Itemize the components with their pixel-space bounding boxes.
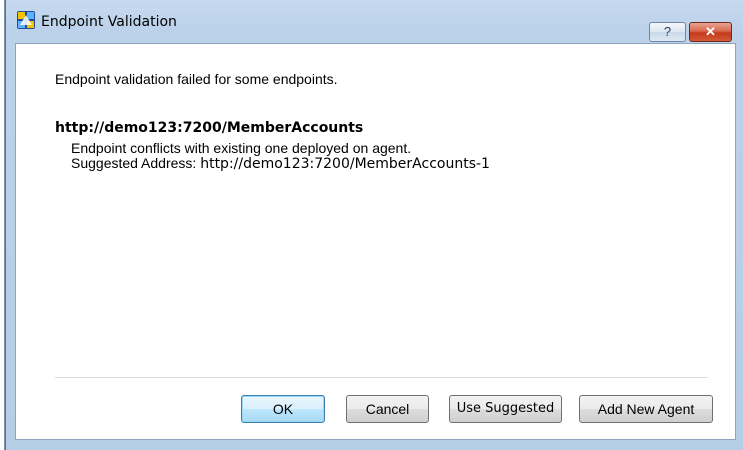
use-suggested-button[interactable]: Use Suggested <box>449 395 562 423</box>
add-new-agent-button[interactable]: Add New Agent <box>579 395 713 423</box>
suggested-address-url: http://demo123:7200/MemberAccounts-1 <box>200 156 490 172</box>
close-icon: ✕ <box>705 24 716 39</box>
dialog-window: Endpoint Validation ? ✕ Endpoint validat… <box>5 0 743 450</box>
app-icon <box>17 11 35 29</box>
cancel-button[interactable]: Cancel <box>346 395 429 423</box>
close-button[interactable]: ✕ <box>689 22 732 42</box>
validation-summary: Endpoint validation failed for some endp… <box>55 71 338 87</box>
conflict-message: Endpoint conflicts with existing one dep… <box>71 140 412 156</box>
help-icon: ? <box>663 24 672 39</box>
title-bar[interactable]: Endpoint Validation ? ✕ <box>6 0 743 42</box>
dialog-content: Endpoint validation failed for some endp… <box>15 43 736 440</box>
suggested-address-line: Suggested Address: http://demo123:7200/M… <box>71 155 490 172</box>
suggested-address-label: Suggested Address: <box>71 155 201 171</box>
window-title: Endpoint Validation <box>41 14 177 30</box>
endpoint-url: http://demo123:7200/MemberAccounts <box>55 120 364 136</box>
help-button[interactable]: ? <box>649 22 686 42</box>
button-divider <box>55 377 708 378</box>
ok-button[interactable]: OK <box>241 395 325 423</box>
